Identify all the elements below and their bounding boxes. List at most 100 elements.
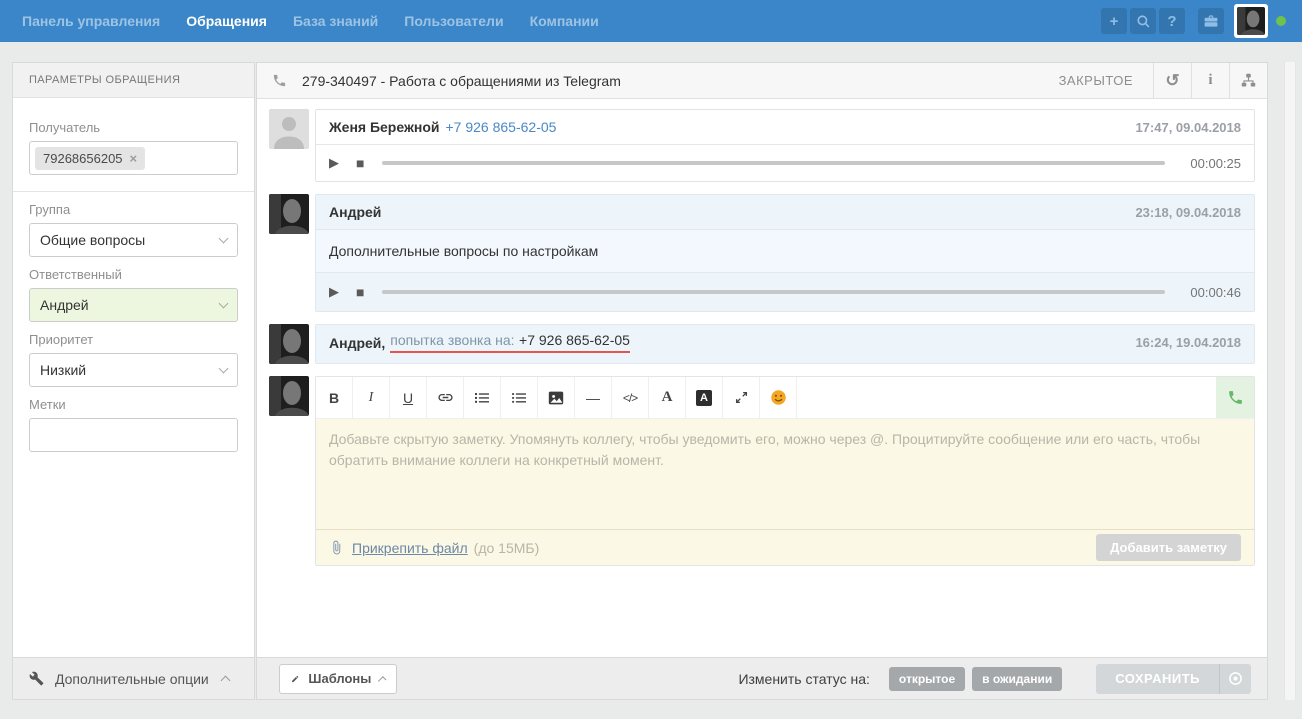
message-row: Женя Бережной +7 926 865-62-05 17:47, 09… (269, 109, 1255, 182)
background-color-icon: A (696, 390, 712, 406)
user-avatar[interactable] (1234, 4, 1268, 38)
horizontal-rule-button[interactable]: — (575, 377, 612, 418)
briefcase-button[interactable] (1198, 8, 1224, 34)
insert-image-button[interactable] (538, 377, 575, 418)
link-icon (437, 389, 454, 406)
add-button[interactable]: + (1101, 8, 1127, 34)
priority-select[interactable]: Низкий (29, 353, 238, 387)
tags-input[interactable] (29, 418, 238, 452)
group-label: Группа (29, 202, 238, 217)
status-open-button[interactable]: открытое (889, 667, 965, 691)
call-attempt: попытка звонка на: +7 926 865-62-05 (390, 332, 630, 353)
ticket-header-right: ЗАКРЫТОЕ ↺ i (1039, 63, 1267, 98)
add-note-button[interactable]: Добавить заметку (1096, 534, 1241, 561)
help-button[interactable]: ? (1159, 8, 1185, 34)
search-button[interactable] (1130, 8, 1156, 34)
message-list: Женя Бережной +7 926 865-62-05 17:47, 09… (257, 99, 1267, 566)
group-select[interactable]: Общие вопросы (29, 223, 238, 257)
caller-phone-link[interactable]: +7 926 865-62-05 (446, 119, 557, 135)
nav-item-dashboard[interactable]: Панель управления (22, 13, 160, 29)
avatar (269, 324, 309, 364)
save-split-button: СОХРАНИТЬ (1096, 664, 1251, 694)
ordered-list-button[interactable] (464, 377, 501, 418)
save-options-button[interactable] (1219, 664, 1251, 694)
templates-label: Шаблоны (308, 671, 371, 686)
templates-dropdown[interactable]: Шаблоны (279, 664, 397, 694)
chevron-up-icon (220, 675, 230, 685)
chevron-up-icon (379, 676, 387, 684)
play-button[interactable]: ▶ (329, 284, 339, 300)
ticket-main-panel: 279-340497 - Работа с обращениями из Tel… (256, 62, 1268, 700)
history-button[interactable]: ↺ (1153, 63, 1191, 98)
message-header: Женя Бережной +7 926 865-62-05 17:47, 09… (316, 110, 1254, 145)
pencil-icon (291, 672, 299, 686)
priority-label: Приоритет (29, 332, 238, 347)
font-color-button[interactable]: A (649, 377, 686, 418)
message-author: Андрей (329, 204, 381, 220)
search-icon (1136, 14, 1151, 29)
message-row: Андрей 23:18, 09.04.2018 Дополнительные … (269, 194, 1255, 312)
call-attempt-link[interactable]: попытка звонка на: (390, 332, 514, 348)
hierarchy-icon (1241, 73, 1256, 88)
additional-options-toggle[interactable]: Дополнительные опции (13, 657, 254, 699)
recipient-input[interactable]: 79268656205 × (29, 141, 238, 175)
audio-player: ▶ ■ 00:00:46 (316, 273, 1254, 311)
call-button[interactable] (1216, 377, 1254, 418)
note-textarea[interactable]: Добавьте скрытую заметку. Упомянуть колл… (316, 419, 1254, 529)
unordered-list-button[interactable] (501, 377, 538, 418)
italic-icon: I (369, 390, 374, 406)
message-row: Андрей, попытка звонка на: +7 926 865-62… (269, 324, 1255, 364)
remove-tag-icon[interactable]: × (130, 151, 138, 166)
stop-button[interactable]: ■ (356, 155, 364, 171)
status-pending-button[interactable]: в ожидании (972, 667, 1062, 691)
nav-item-knowledge-base[interactable]: База знаний (293, 13, 378, 29)
attach-size-hint: (до 15МБ) (474, 540, 540, 556)
record-circle-icon (1228, 671, 1243, 686)
emoji-button[interactable] (760, 377, 797, 418)
assignee-label: Ответственный (29, 267, 238, 282)
nav-item-tickets[interactable]: Обращения (186, 13, 267, 29)
page-scrollbar[interactable] (1284, 62, 1296, 700)
background-color-button[interactable]: A (686, 377, 723, 418)
nav-item-companies[interactable]: Компании (530, 13, 599, 29)
play-button[interactable]: ▶ (329, 155, 339, 171)
assignee-select[interactable]: Андрей (29, 288, 238, 322)
italic-button[interactable]: I (353, 377, 390, 418)
bold-button[interactable]: B (316, 377, 353, 418)
top-navbar: Панель управления Обращения База знаний … (0, 0, 1302, 42)
chevron-down-icon (219, 233, 229, 243)
expand-icon (735, 391, 748, 404)
info-button[interactable]: i (1191, 63, 1229, 98)
group-value: Общие вопросы (40, 232, 145, 248)
expand-button[interactable] (723, 377, 760, 418)
attach-row: Прикрепить файл (до 15МБ) Добавить замет… (316, 529, 1254, 565)
sidebar-title: ПАРАМЕТРЫ ОБРАЩЕНИЯ (13, 63, 254, 98)
emoji-icon (770, 389, 787, 406)
bold-icon: B (329, 390, 339, 406)
save-button[interactable]: СОХРАНИТЬ (1096, 664, 1219, 694)
audio-duration: 00:00:46 (1183, 285, 1241, 300)
image-icon (548, 390, 564, 406)
editor-toolbar: B I U (316, 377, 1254, 419)
question-icon: ? (1167, 13, 1176, 30)
audio-progress-bar[interactable] (382, 161, 1165, 165)
priority-value: Низкий (40, 362, 86, 378)
link-button[interactable] (427, 377, 464, 418)
code-button[interactable]: </> (612, 377, 649, 418)
underline-button[interactable]: U (390, 377, 427, 418)
hr-icon: — (586, 390, 600, 406)
ticket-header: 279-340497 - Работа с обращениями из Tel… (257, 63, 1267, 99)
audio-progress-bar[interactable] (382, 290, 1165, 294)
message-card: Андрей, попытка звонка на: +7 926 865-62… (315, 324, 1255, 364)
ticket-params-sidebar: ПАРАМЕТРЫ ОБРАЩЕНИЯ Получатель 792686562… (12, 62, 255, 700)
ticket-title: 279-340497 - Работа с обращениями из Tel… (302, 73, 621, 89)
message-text: Дополнительные вопросы по настройкам (316, 230, 1254, 273)
info-icon: i (1208, 72, 1212, 89)
attach-file-link[interactable]: Прикрепить файл (352, 540, 468, 556)
font-color-icon: A (662, 389, 673, 406)
audio-duration: 00:00:25 (1183, 156, 1241, 171)
message-timestamp: 17:47, 09.04.2018 (1135, 120, 1241, 135)
nav-item-users[interactable]: Пользователи (404, 13, 503, 29)
merge-button[interactable] (1229, 63, 1267, 98)
stop-button[interactable]: ■ (356, 284, 364, 300)
